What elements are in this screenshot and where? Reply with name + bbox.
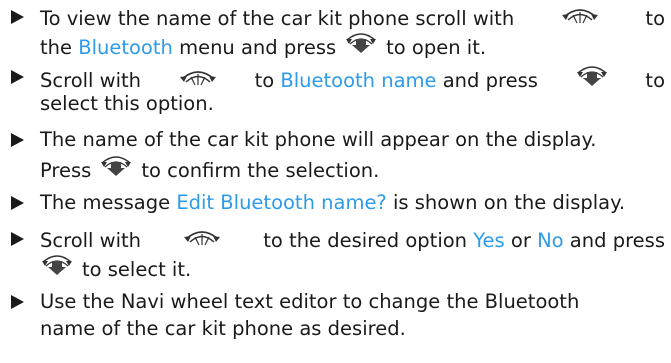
bluetooth-name-option: Bluetooth name bbox=[280, 69, 437, 92]
step-text: to bbox=[645, 69, 665, 92]
bullet-arrow-icon bbox=[11, 295, 24, 309]
step-text: menu and press bbox=[172, 36, 337, 59]
option-no: No bbox=[537, 229, 564, 252]
navi-wheel-scroll-icon bbox=[178, 65, 218, 87]
step-text: to confirm the selection. bbox=[141, 159, 380, 182]
step-text: to the desired option bbox=[263, 229, 474, 252]
step-text: to select it. bbox=[82, 258, 192, 281]
bullet-arrow-icon bbox=[11, 10, 24, 24]
step-text: to bbox=[254, 69, 281, 92]
step-text: To view the name of the car kit phone sc… bbox=[40, 7, 515, 30]
step-text: and press bbox=[436, 69, 538, 92]
bluetooth-menu-link: Bluetooth bbox=[78, 36, 173, 59]
navi-wheel-scroll-icon bbox=[182, 225, 222, 247]
bullet-arrow-icon bbox=[11, 70, 24, 84]
navi-wheel-scroll-icon bbox=[560, 3, 600, 25]
step-text: The message bbox=[40, 191, 177, 214]
option-yes: Yes bbox=[473, 229, 505, 252]
step-1-text: To view the name of the car kit phone sc… bbox=[40, 3, 665, 59]
instruction-list: To view the name of the car kit phone sc… bbox=[0, 0, 671, 363]
step-text: select this option. bbox=[40, 92, 214, 115]
navi-wheel-press-icon bbox=[344, 30, 378, 54]
bullet-arrow-icon bbox=[11, 232, 24, 246]
step-4-text: The message Edit Bluetooth name? is show… bbox=[40, 189, 665, 216]
step-text: to open it. bbox=[386, 36, 487, 59]
step-6-text: Use the Navi wheel text editor to change… bbox=[40, 288, 665, 342]
step-text: Use the Navi wheel text editor to change… bbox=[40, 290, 580, 313]
step-text: to bbox=[645, 7, 665, 30]
step-3-text: The name of the car kit phone will appea… bbox=[40, 126, 665, 182]
navi-wheel-press-icon bbox=[40, 252, 74, 276]
step-text: Scroll with bbox=[40, 229, 142, 252]
step-text: or bbox=[504, 229, 538, 252]
step-text: Press bbox=[40, 159, 92, 182]
step-text: is shown on the display. bbox=[386, 191, 626, 214]
step-text: The name of the car kit phone will appea… bbox=[40, 128, 597, 151]
step-2-text: Scroll with to Bluetooth name and press … bbox=[40, 63, 665, 117]
step-text: the bbox=[40, 36, 79, 59]
edit-bluetooth-name-message: Edit Bluetooth name? bbox=[176, 191, 387, 214]
step-text: name of the car kit phone as desired. bbox=[40, 317, 406, 340]
step-5-text: Scroll with to the desired option Yes or… bbox=[40, 225, 665, 281]
navi-wheel-press-icon bbox=[99, 153, 133, 177]
bullet-arrow-icon bbox=[11, 196, 24, 210]
navi-wheel-press-icon bbox=[575, 63, 609, 87]
step-text: and press bbox=[563, 229, 665, 252]
bullet-arrow-icon bbox=[11, 133, 24, 147]
